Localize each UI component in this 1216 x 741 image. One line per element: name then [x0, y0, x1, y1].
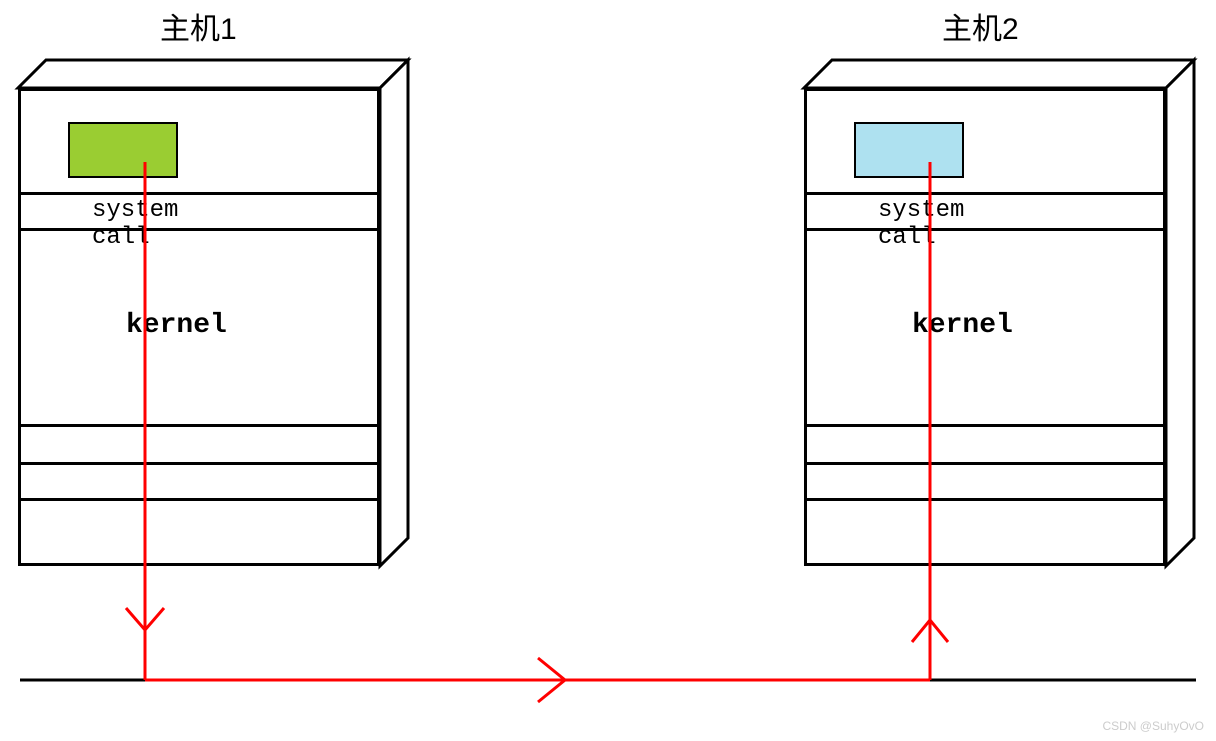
host1-kernel-label: kernel: [126, 310, 227, 341]
host1-title: 主机1: [160, 4, 237, 48]
host1-app-box: [68, 122, 178, 178]
host2-syscall-label: system call: [878, 197, 964, 251]
host2-title: 主机2: [942, 4, 1019, 48]
watermark: CSDN @SuhyOvO: [1102, 719, 1204, 733]
host2-app-box: [854, 122, 964, 178]
host1-syscall-label: system call: [92, 197, 178, 251]
host2-kernel-label: kernel: [912, 310, 1013, 341]
